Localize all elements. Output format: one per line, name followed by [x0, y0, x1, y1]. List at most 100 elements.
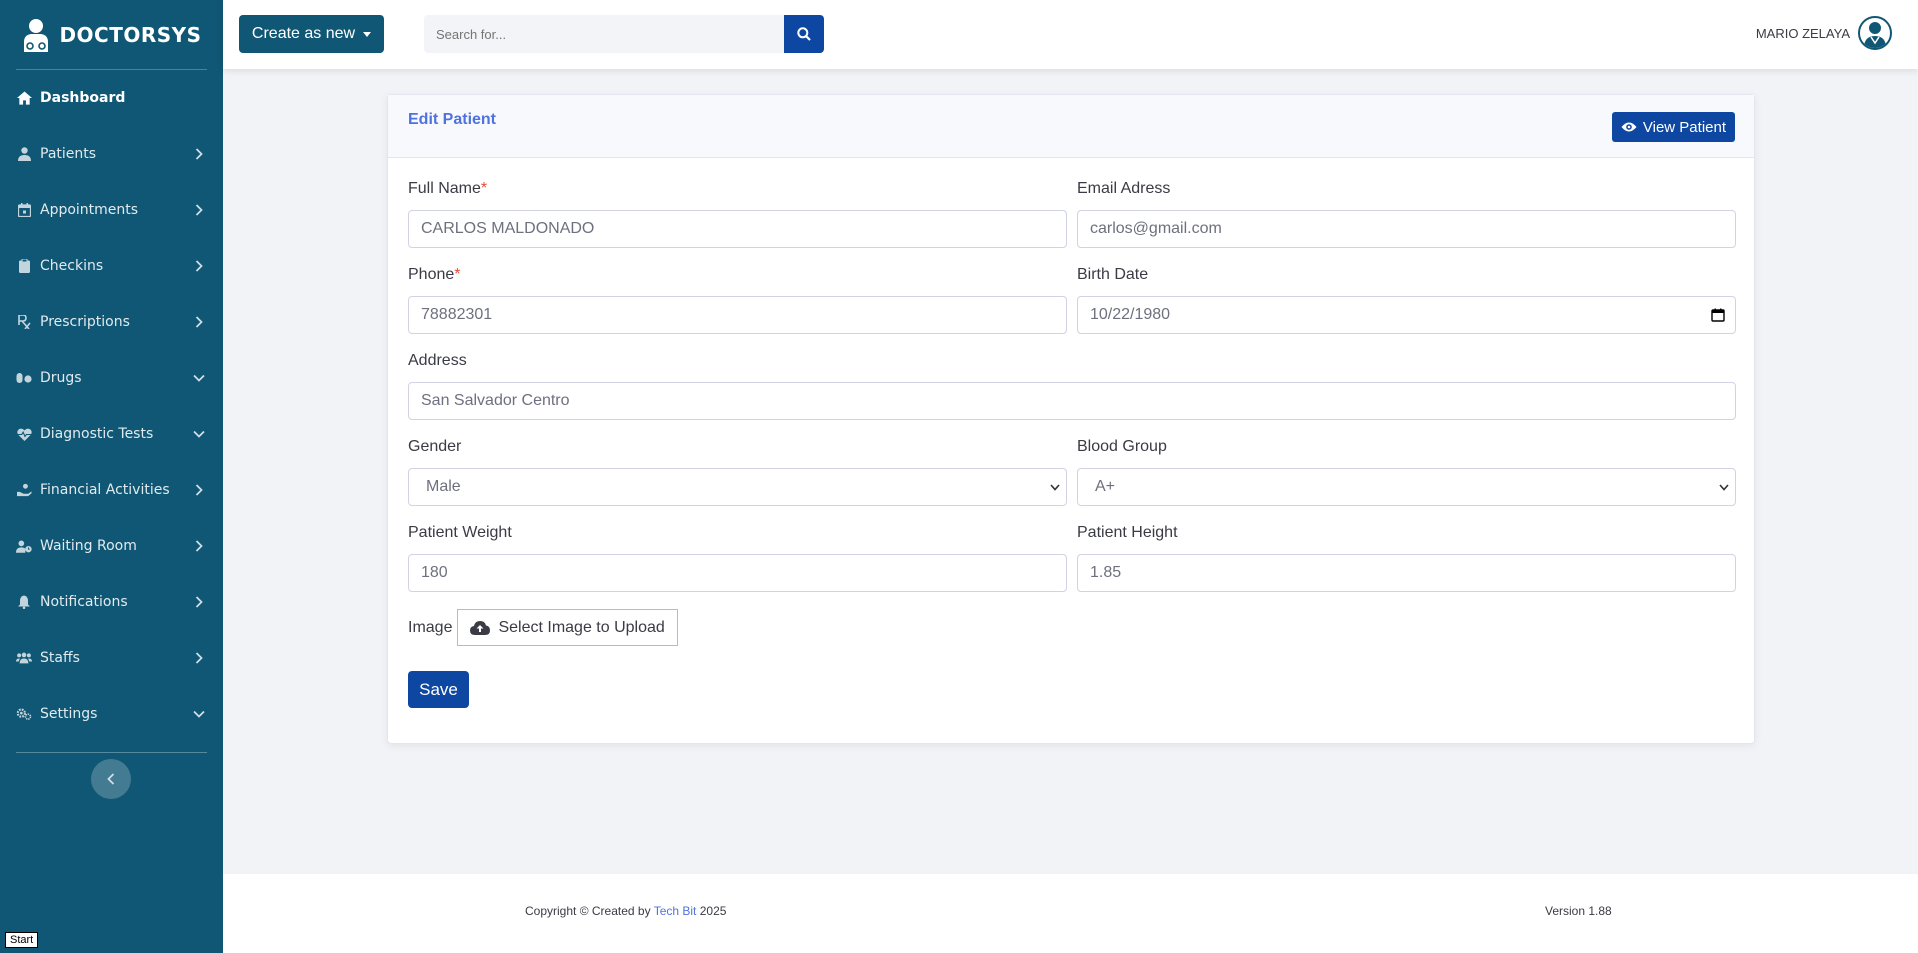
- phone-field-group: Phone* 78882301: [408, 266, 1067, 334]
- sidebar-item-staffs[interactable]: Staffs: [0, 630, 223, 686]
- chevron-right-icon: [193, 148, 205, 160]
- sidebar-item-waiting-room[interactable]: Waiting Room: [0, 518, 223, 574]
- full-name-label: Full Name*: [408, 180, 1067, 198]
- user-clock-icon: [16, 538, 32, 554]
- sidebar-item-checkins[interactable]: Checkins: [0, 238, 223, 294]
- gender-label: Gender: [408, 438, 462, 455]
- sidebar-item-label: Diagnostic Tests: [40, 426, 154, 442]
- search-group: [424, 15, 824, 53]
- sidebar-item-label: Settings: [40, 706, 98, 722]
- chevron-left-icon: [107, 773, 115, 785]
- eye-icon: [1621, 122, 1637, 132]
- sidebar: DOCTORSYS Dashboard Patients Appointment…: [0, 0, 223, 953]
- save-button[interactable]: Save: [408, 671, 469, 708]
- start-badge: Start: [5, 932, 39, 948]
- sidebar-nav: Dashboard Patients Appointments Checkins: [0, 70, 223, 742]
- sidebar-item-label: Patients: [40, 146, 97, 162]
- gender-select[interactable]: Male: [408, 468, 1067, 506]
- user-name: MARIO ZELAYA: [1755, 25, 1850, 41]
- company-link[interactable]: Tech Bit: [654, 904, 697, 918]
- address-input[interactable]: San Salvador Centro: [408, 382, 1736, 420]
- chevron-right-icon: [193, 596, 205, 608]
- chevron-right-icon: [193, 204, 205, 216]
- required-mark: *: [454, 266, 461, 283]
- full-name-input[interactable]: CARLOS MALDONADO: [408, 210, 1067, 248]
- sidebar-item-prescriptions[interactable]: Prescriptions: [0, 294, 223, 350]
- view-patient-button[interactable]: View Patient: [1611, 112, 1735, 142]
- address-label: Address: [408, 352, 467, 369]
- blood-group-select[interactable]: A+: [1077, 468, 1736, 506]
- clipboard-icon: [16, 258, 32, 274]
- users-icon: [16, 650, 32, 666]
- full-name-label-text: Full Name: [408, 180, 481, 197]
- chevron-down-icon: [193, 708, 205, 720]
- weight-field-group: Patient Weight 180: [408, 524, 1067, 592]
- bell-icon: [16, 594, 32, 610]
- email-input[interactable]: carlos@gmail.com: [1077, 210, 1736, 248]
- user-menu[interactable]: MARIO ZELAYA: [1756, 16, 1892, 50]
- sidebar-item-appointments[interactable]: Appointments: [0, 182, 223, 238]
- birth-date-label: Birth Date: [1077, 266, 1149, 283]
- email-field-group: Email Adress carlos@gmail.com: [1077, 180, 1736, 248]
- user-injured-icon: [16, 146, 32, 162]
- footer: Copyright © Created by Tech Bit 2025 Ver…: [223, 874, 1918, 953]
- phone-input[interactable]: 78882301: [408, 296, 1067, 334]
- cogs-icon: [16, 706, 32, 722]
- sidebar-item-label: Waiting Room: [40, 538, 137, 554]
- phone-label-text: Phone: [408, 266, 455, 283]
- search-button[interactable]: [784, 15, 824, 53]
- gender-selected-value: Male: [426, 478, 461, 495]
- blood-group-field-group: Blood Group A+: [1077, 438, 1736, 506]
- copyright-year: 2025: [699, 904, 727, 918]
- height-input[interactable]: 1.85: [1077, 554, 1736, 592]
- brand[interactable]: DOCTORSYS: [16, 0, 207, 70]
- gender-field-group: Gender Male: [408, 438, 1067, 506]
- height-label: Patient Height: [1077, 524, 1178, 541]
- caret-down-icon: [363, 31, 372, 37]
- search-input[interactable]: [424, 15, 784, 53]
- sidebar-item-financial-activities[interactable]: Financial Activities: [0, 462, 223, 518]
- prescription-icon: [16, 314, 32, 330]
- doctor-logo-icon: [24, 18, 49, 52]
- sidebar-toggle-button[interactable]: [91, 759, 131, 799]
- chevron-right-icon: [193, 316, 205, 328]
- sidebar-item-dashboard[interactable]: Dashboard: [0, 70, 223, 126]
- select-image-button[interactable]: Select Image to Upload: [457, 609, 678, 646]
- page-title: Edit Patient: [408, 111, 497, 128]
- address-field-group: Address San Salvador Centro: [408, 352, 1736, 420]
- sidebar-item-diagnostic-tests[interactable]: Diagnostic Tests: [0, 406, 223, 462]
- create-as-new-dropdown-button[interactable]: Create as new: [239, 15, 384, 53]
- sidebar-divider: [16, 752, 207, 753]
- cloud-upload-icon: [470, 620, 491, 635]
- blood-group-label: Blood Group: [1077, 438, 1167, 455]
- sidebar-item-label: Appointments: [40, 202, 139, 218]
- blood-group-selected-value: A+: [1095, 478, 1116, 495]
- sidebar-item-label: Staffs: [40, 650, 80, 666]
- home-icon: [16, 90, 32, 106]
- sidebar-item-patients[interactable]: Patients: [0, 126, 223, 182]
- sidebar-item-notifications[interactable]: Notifications: [0, 574, 223, 630]
- image-upload-row: Image Select Image to Upload: [408, 609, 678, 646]
- sidebar-item-settings[interactable]: Settings: [0, 686, 223, 742]
- chevron-right-icon: [193, 540, 205, 552]
- birth-date-field-group: Birth Date 10/22/1980: [1077, 266, 1736, 334]
- phone-label: Phone*: [408, 266, 1067, 284]
- select-image-label: Select Image to Upload: [498, 618, 665, 636]
- brand-name: DOCTORSYS: [59, 22, 202, 47]
- chevron-down-icon: [193, 372, 205, 384]
- create-as-new-label: Create as new: [251, 25, 356, 42]
- chevron-right-icon: [193, 260, 205, 272]
- calendar-picker-icon[interactable]: [1711, 308, 1725, 322]
- sidebar-item-label: Prescriptions: [40, 314, 130, 330]
- required-mark: *: [480, 180, 488, 197]
- version-label: Version 1.88: [1545, 904, 1612, 918]
- weight-input[interactable]: 180: [408, 554, 1067, 592]
- sidebar-item-drugs[interactable]: Drugs: [0, 350, 223, 406]
- weight-label: Patient Weight: [408, 524, 512, 541]
- pills-icon: [16, 370, 32, 386]
- view-patient-label: View Patient: [1642, 118, 1726, 136]
- birth-date-input[interactable]: 10/22/1980: [1077, 296, 1736, 334]
- sidebar-item-label: Financial Activities: [40, 482, 170, 498]
- full-name-field-group: Full Name* CARLOS MALDONADO: [408, 180, 1067, 248]
- card-header: Edit Patient View Patient: [388, 95, 1754, 158]
